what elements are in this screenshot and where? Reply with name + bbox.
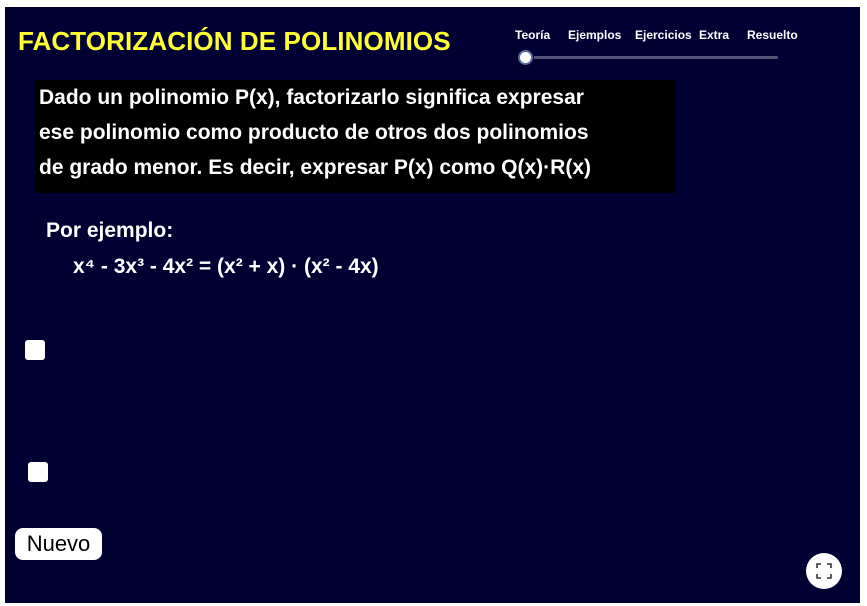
tab-ejercicios[interactable]: Ejercicios (635, 28, 692, 42)
tab-resuelto[interactable]: Resuelto (747, 28, 798, 42)
nuevo-button[interactable]: Nuevo (15, 528, 102, 560)
fullscreen-icon (816, 563, 832, 579)
definition-line-3: de grado menor. Es decir, expresar P(x) … (39, 156, 591, 179)
definition-box: Dado un polinomio P(x), factorizarlo sig… (35, 80, 676, 193)
page-title: FACTORIZACIÓN DE POLINOMIOS (18, 26, 451, 56)
tab-teoria[interactable]: Teoría (515, 28, 550, 42)
tab-extra[interactable]: Extra (699, 28, 729, 42)
example-equation: x⁴ - 3x³ - 4x² = (x² + x) · (x² - 4x) (73, 255, 379, 278)
definition-line-1: Dado un polinomio P(x), factorizarlo sig… (39, 86, 584, 109)
tab-ejemplos[interactable]: Ejemplos (568, 28, 621, 42)
example-label: Por ejemplo: (46, 219, 174, 242)
checkbox-2[interactable] (28, 462, 48, 482)
section-slider-knob[interactable] (518, 50, 533, 65)
fullscreen-button[interactable] (806, 553, 842, 589)
section-slider-track[interactable] (526, 56, 778, 59)
definition-line-2: ese polinomio como producto de otros dos… (39, 121, 589, 144)
checkbox-1[interactable] (25, 340, 45, 360)
geogebra-applet: FACTORIZACIÓN DE POLINOMIOS Teoría Ejemp… (5, 7, 860, 603)
